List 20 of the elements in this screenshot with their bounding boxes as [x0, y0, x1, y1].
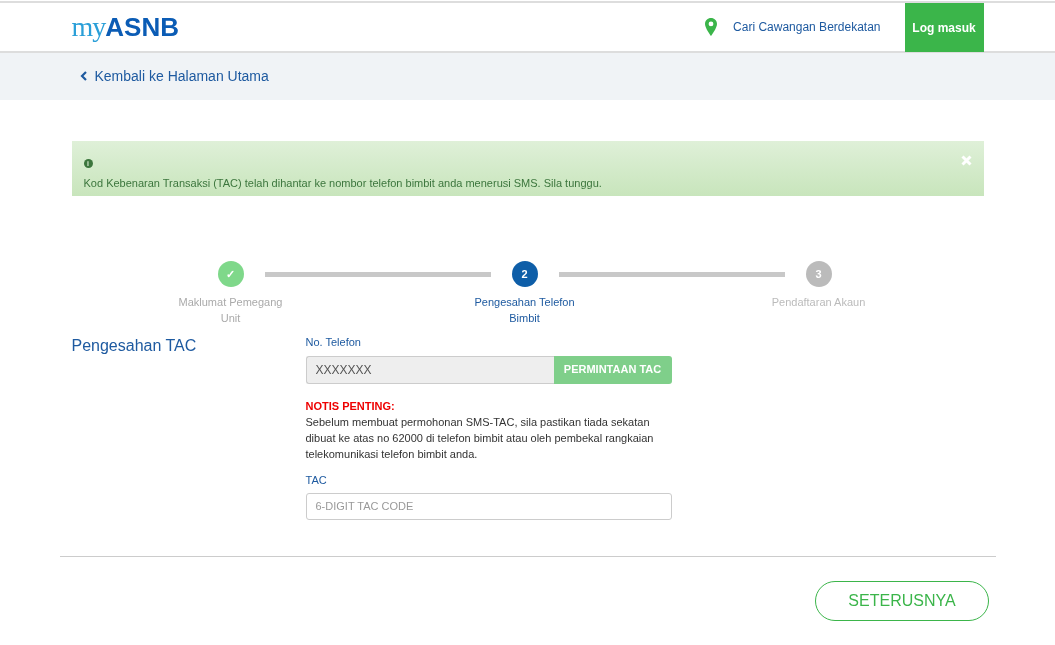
step-label: Pendaftaran Akaun: [770, 295, 867, 310]
logo-text: ASNB: [105, 12, 179, 42]
step-label: Maklumat Pemegang Unit: [177, 295, 284, 326]
tac-field[interactable]: 6-DIGIT TAC CODE: [305, 492, 672, 520]
back-link[interactable]: Kembali ke Halaman Utama: [79, 66, 269, 87]
alert-message: Kod Kebenaran Transaksi (TAC) telah dihantar ke nombor telefon bimbit anda menerusi SMS. Sila tunggu.: [83, 175, 603, 191]
logo-text: my: [71, 11, 106, 42]
step-label: Pengesahan Telefon Bimbit: [473, 295, 576, 326]
step-marker: 3: [805, 261, 832, 287]
field-label: No. Telefon: [305, 335, 362, 350]
notice-text: Sebelum membuat permohonan SMS-TAC, sila pastikan tiada sekatan dibuat ke atas no 62000 di telefon bimbit atau oleh pembekal rangkaian telekomunikasi telefon bimbit anda.: [305, 415, 655, 462]
chevron-left-icon: [79, 71, 87, 81]
field-label: TAC: [305, 473, 328, 488]
location-pin-icon: [705, 18, 718, 36]
branch-link[interactable]: Cari Cawangan Berdekatan: [733, 18, 881, 36]
step-marker: 2: [511, 261, 538, 287]
step-marker: ✓: [217, 261, 244, 287]
section-title: Pengesahan TAC: [71, 336, 198, 356]
phone-field[interactable]: XXXXXXX: [305, 355, 554, 384]
notice-title: NOTIS PENTING:: [305, 398, 396, 414]
